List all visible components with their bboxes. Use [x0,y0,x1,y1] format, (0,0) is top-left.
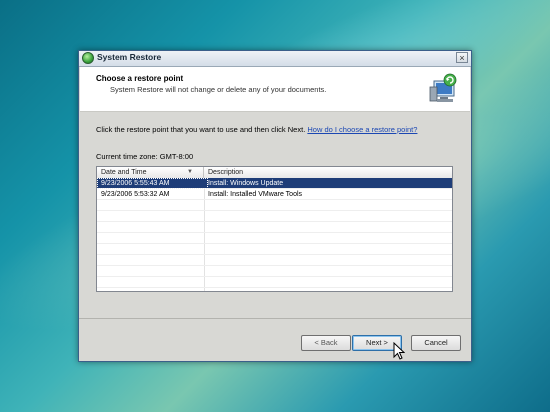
column-header-date-label: Date and Time [101,169,147,176]
empty-row [97,244,452,255]
instruction-label: Click the restore point that you want to… [96,125,306,134]
empty-row [97,255,452,266]
sort-down-icon: ▼ [187,169,193,175]
wizard-body: Click the restore point that you want to… [79,112,471,361]
empty-row [97,200,452,211]
back-button[interactable]: < Back [301,335,351,351]
empty-row [97,277,452,288]
timezone-label: Current time zone: GMT-8:00 [96,152,194,161]
empty-row [97,222,452,233]
title-bar[interactable]: System Restore × [79,51,471,67]
empty-row [97,211,452,222]
help-link[interactable]: How do I choose a restore point? [307,125,417,134]
row-description: Install: Windows Update [208,180,284,187]
row-description: Install: Installed VMware Tools [208,191,303,198]
table-row[interactable]: 9/23/2006 5:55:43 AM Install: Windows Up… [97,178,452,189]
column-header-date[interactable]: Date and Time ▼ [97,167,204,178]
computer-restore-icon [429,73,457,102]
page-subtitle: System Restore will not change or delete… [110,85,327,94]
mouse-pointer-icon [393,342,405,360]
cancel-button[interactable]: Cancel [411,335,461,351]
row-date: 9/23/2006 5:53:32 AM [101,191,170,198]
empty-row [97,233,452,244]
page-title: Choose a restore point [96,74,184,83]
wizard-header: Choose a restore point System Restore wi… [80,67,470,112]
footer-separator [79,318,471,319]
system-restore-icon [82,52,94,64]
empty-row [97,266,452,277]
restore-point-list[interactable]: Date and Time ▼ Description 9/23/2006 5:… [96,166,453,292]
instruction-text: Click the restore point that you want to… [96,125,417,134]
close-button[interactable]: × [456,52,468,63]
system-restore-window: System Restore × Choose a restore point … [78,50,472,362]
row-date: 9/23/2006 5:55:43 AM [97,178,208,189]
column-header-description[interactable]: Description [204,167,452,178]
table-row[interactable]: 9/23/2006 5:53:32 AM Install: Installed … [97,189,452,200]
window-title: System Restore [97,52,162,62]
